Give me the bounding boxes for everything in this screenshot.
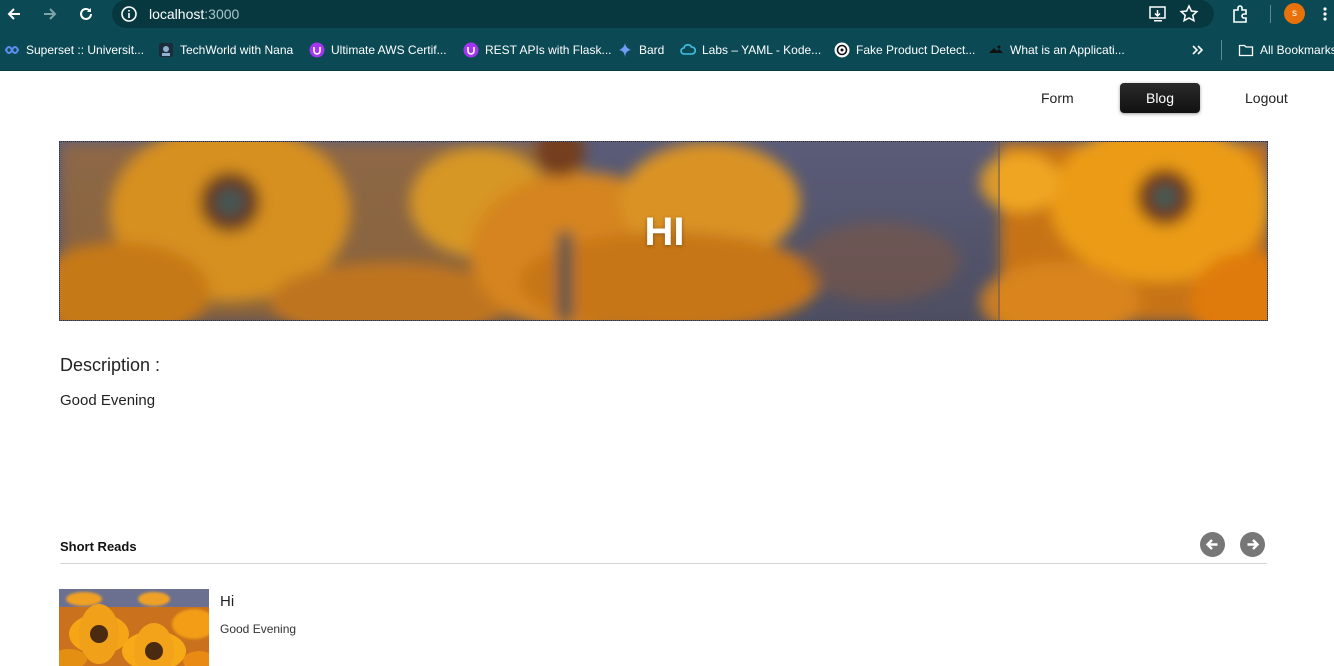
site-info-icon[interactable] — [120, 5, 138, 23]
short-read-excerpt: Good Evening — [220, 622, 297, 636]
bookmark-kodekloud[interactable]: Labs – YAML - Kode... — [680, 42, 821, 58]
bookmark-label: What is an Applicati... — [1010, 43, 1125, 57]
bookmark-label: REST APIs with Flask... — [485, 43, 612, 57]
url-port: :3000 — [204, 6, 240, 22]
bookmark-fake-product[interactable]: Fake Product Detect... — [834, 42, 975, 58]
bookmark-label: Superset :: Universit... — [26, 43, 145, 57]
more-bookmarks-chevron-icon[interactable] — [1190, 42, 1206, 58]
bookmark-label: Bard — [639, 43, 665, 57]
toolbar-divider — [1270, 5, 1271, 23]
kodekloud-icon — [680, 42, 696, 58]
url-host: localhost — [149, 6, 205, 22]
superset-icon — [4, 42, 20, 58]
all-bookmarks[interactable]: All Bookmarks — [1238, 42, 1334, 58]
short-reads-prev-button[interactable] — [1200, 532, 1225, 557]
install-app-icon[interactable] — [1148, 4, 1168, 24]
description-text: Good Evening — [60, 392, 156, 409]
short-reads-divider — [60, 563, 1267, 564]
arrow-left-circle-icon — [1205, 539, 1218, 550]
hero-title: HI — [644, 209, 685, 254]
bookmark-label: Labs – YAML - Kode... — [702, 43, 822, 57]
bard-sparkle-icon — [617, 42, 633, 58]
bookmarks-bar: Superset :: Universit... TechWorld with … — [0, 28, 1334, 71]
profile-avatar[interactable]: s — [1284, 3, 1305, 24]
bookmarks-divider — [1221, 40, 1222, 60]
browser-menu-icon[interactable] — [1322, 6, 1328, 22]
description-label: Description : — [60, 355, 161, 375]
forward-arrow-icon[interactable] — [40, 4, 60, 24]
bookmark-aws[interactable]: Ultimate AWS Certif... — [309, 42, 447, 58]
chatgpt-icon — [834, 42, 850, 58]
extensions-puzzle-icon[interactable] — [1230, 4, 1250, 24]
short-read-title[interactable]: Hi — [220, 593, 234, 610]
bookmark-bard[interactable]: Bard — [617, 42, 664, 58]
nav-form-link[interactable]: Form — [1041, 90, 1074, 106]
folder-icon — [1238, 42, 1254, 58]
short-read-thumbnail[interactable] — [59, 589, 209, 666]
short-reads-next-button[interactable] — [1240, 532, 1265, 557]
bookmark-star-icon[interactable] — [1179, 4, 1199, 24]
bookmark-label: Fake Product Detect... — [856, 43, 976, 57]
hero-banner: HI — [59, 141, 1268, 321]
browser-toolbar: localhost:3000 s — [0, 0, 1334, 28]
bookmark-flask[interactable]: REST APIs with Flask... — [463, 42, 611, 58]
back-arrow-icon[interactable] — [4, 4, 24, 24]
nav-logout-link[interactable]: Logout — [1245, 90, 1288, 106]
bookmark-label: Ultimate AWS Certif... — [331, 43, 447, 57]
page-icon — [988, 42, 1004, 58]
bookmark-label: TechWorld with Nana — [180, 43, 294, 57]
profile-initial: s — [1292, 8, 1297, 19]
nav-blog-button[interactable]: Blog — [1120, 83, 1200, 113]
arrow-right-circle-icon — [1247, 539, 1260, 550]
address-bar[interactable]: localhost:3000 — [112, 0, 1214, 28]
udemy-icon — [463, 42, 479, 58]
bookmark-superset[interactable]: Superset :: Universit... — [4, 42, 144, 58]
bookmark-techworld[interactable]: TechWorld with Nana — [158, 42, 293, 58]
udemy-icon — [309, 42, 325, 58]
reload-icon[interactable] — [76, 4, 96, 24]
short-reads-title: Short Reads — [60, 539, 137, 554]
all-bookmarks-label: All Bookmarks — [1260, 43, 1334, 57]
url-text[interactable]: localhost:3000 — [149, 6, 239, 22]
bookmark-application[interactable]: What is an Applicati... — [988, 42, 1125, 58]
techworld-icon — [158, 42, 174, 58]
